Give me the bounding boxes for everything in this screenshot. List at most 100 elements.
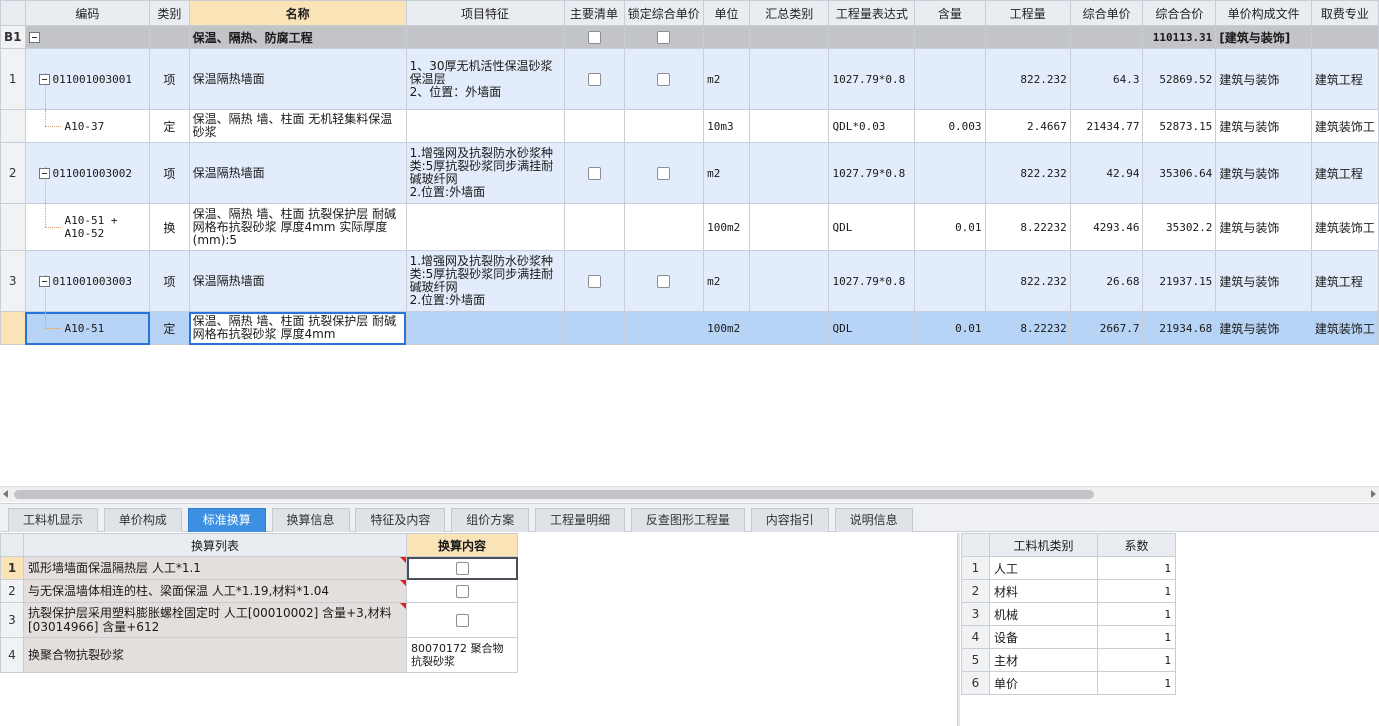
item-name[interactable]: 保温隔热墙面 (188, 142, 407, 204)
coefficient-row[interactable]: 4 设备 1 (961, 625, 1176, 649)
item-name[interactable]: 保温、隔热 墙、柱面 抗裂保护层 耐碱网格布抗裂砂浆 厚度4mm 实际厚度(mm… (188, 203, 407, 251)
item-expression[interactable]: QDL (828, 311, 916, 345)
conversion-checkbox[interactable] (455, 561, 469, 575)
col-header-content[interactable]: 含量 (914, 0, 986, 26)
conversion-checkbox[interactable] (455, 613, 469, 627)
table-row-selected[interactable]: A10-51 定 保温、隔热 墙、柱面 抗裂保护层 耐碱网格布抗裂砂浆 厚度4m… (0, 311, 1379, 345)
conversion-value-cell[interactable]: 80070172 聚合物抗裂砂浆 (406, 637, 518, 673)
col-header-category[interactable]: 工料机类别 (989, 533, 1098, 557)
code-cell[interactable]: 011001003001 (24, 48, 151, 110)
tab-pricing-scheme[interactable]: 组价方案 (451, 508, 530, 532)
tab-price-composition[interactable]: 单价构成 (103, 508, 182, 532)
collapse-icon[interactable] (28, 32, 40, 43)
conversion-row[interactable]: 4 换聚合物抗裂砂浆 80070172 聚合物抗裂砂浆 (0, 637, 518, 673)
item-name-editing[interactable]: 保温、隔热 墙、柱面 抗裂保护层 耐碱网格布抗裂砂浆 厚度4mm (188, 311, 407, 345)
col-header-price-file[interactable]: 单价构成文件 (1215, 0, 1312, 26)
section-row[interactable]: B1 保温、隔热、防腐工程 110113.31 [建筑与装饰] (0, 25, 1379, 49)
col-header-conversion-list[interactable]: 换算列表 (23, 533, 407, 557)
coefficient-row[interactable]: 5 主材 1 (961, 648, 1176, 672)
coefficient-row[interactable]: 3 机械 1 (961, 602, 1176, 626)
col-header-conversion-content[interactable]: 换算内容 (406, 533, 518, 557)
tab-description[interactable]: 说明信息 (834, 508, 913, 532)
conversion-value-cell[interactable] (406, 602, 518, 638)
col-header-factor[interactable]: 系数 (1097, 533, 1176, 557)
lock-price-checkbox[interactable] (657, 167, 671, 180)
conversion-value-cell[interactable] (406, 579, 518, 603)
lock-price-checkbox[interactable] (657, 73, 671, 86)
collapse-icon[interactable] (38, 276, 50, 287)
main-list-checkbox[interactable] (587, 31, 601, 44)
collapse-icon[interactable] (38, 168, 50, 179)
tab-reverse-graphic-quantity[interactable]: 反查图形工程量 (630, 508, 745, 532)
panel-splitter[interactable] (957, 533, 960, 726)
table-row[interactable]: A10-51 + A10-52 换 保温、隔热 墙、柱面 抗裂保护层 耐碱网格布… (0, 203, 1379, 251)
corner-cell[interactable] (0, 0, 26, 26)
coefficient-row[interactable]: 2 材料 1 (961, 579, 1176, 603)
horizontal-scrollbar[interactable] (0, 486, 1379, 502)
item-feature[interactable] (405, 109, 565, 143)
conversion-row[interactable]: 3 抗裂保护层采用塑料膨胀螺栓固定时 人工[00010002] 含量+3,材料[… (0, 602, 518, 638)
col-header-unit-price[interactable]: 综合单价 (1069, 0, 1144, 26)
table-row[interactable]: 3 011001003003 项 保温隔热墙面 1.增强网及抗裂防水砂浆种类:5… (0, 250, 1379, 312)
col-header-type[interactable]: 类别 (149, 0, 190, 26)
conversion-value-cell[interactable] (406, 556, 518, 580)
item-feature[interactable] (405, 311, 565, 345)
factor-value[interactable]: 1 (1097, 579, 1176, 603)
scroll-right-icon[interactable] (1371, 490, 1376, 498)
factor-value[interactable]: 1 (1097, 556, 1176, 580)
scroll-left-icon[interactable] (3, 490, 8, 498)
conversion-row[interactable]: 1 弧形墙墙面保温隔热层 人工*1.1 (0, 556, 518, 580)
collapse-icon[interactable] (38, 74, 50, 85)
col-header-quantity[interactable]: 工程量 (984, 0, 1071, 26)
lock-price-checkbox[interactable] (657, 275, 671, 288)
tab-content-guide[interactable]: 内容指引 (750, 508, 829, 532)
scrollbar-thumb[interactable] (14, 490, 1094, 499)
factor-value[interactable]: 1 (1097, 625, 1176, 649)
item-expression[interactable]: 1027.79*0.8 (828, 48, 916, 110)
tab-quantity-detail[interactable]: 工程量明细 (535, 508, 626, 532)
tab-labor-material-machine[interactable]: 工料机显示 (8, 508, 99, 532)
col-header-lock-price[interactable]: 锁定综合单价 (623, 0, 705, 26)
col-header-fee-type[interactable]: 取费专业 (1310, 0, 1379, 26)
conversion-row[interactable]: 2 与无保温墙体相连的柱、梁面保温 人工*1.19,材料*1.04 (0, 579, 518, 603)
item-feature[interactable]: 1.增强网及抗裂防水砂浆种类:5厚抗裂砂浆同步满挂耐碱玻纤网 2.位置:外墙面 (405, 250, 565, 312)
table-row[interactable]: 1 011001003001 项 保温隔热墙面 1、30厚无机活性保温砂浆保温层… (0, 48, 1379, 110)
code-cell[interactable]: 011001003002 (24, 142, 151, 204)
factor-value[interactable]: 1 (1097, 671, 1176, 695)
coefficient-row[interactable]: 6 单价 1 (961, 671, 1176, 695)
bill-of-quantities-grid[interactable]: 编码 类别 名称 项目特征 主要清单 锁定综合单价 单位 汇总类别 工程量表达式… (0, 0, 1379, 486)
item-name[interactable]: 保温、隔热 墙、柱面 无机轻集料保温砂浆 (188, 109, 407, 143)
main-list-checkbox[interactable] (587, 167, 601, 180)
code-cell[interactable]: A10-37 (24, 109, 151, 143)
item-feature[interactable] (405, 203, 565, 251)
col-header-feature[interactable]: 项目特征 (405, 0, 565, 26)
col-header-code[interactable]: 编码 (24, 0, 151, 26)
col-header-name[interactable]: 名称 (188, 0, 407, 26)
tab-conversion-info[interactable]: 换算信息 (271, 508, 350, 532)
main-list-checkbox[interactable] (587, 275, 601, 288)
tab-features-content[interactable]: 特征及内容 (355, 508, 446, 532)
item-expression[interactable]: 1027.79*0.8 (828, 250, 916, 312)
col-header-expression[interactable]: 工程量表达式 (828, 0, 916, 26)
col-header-main-list[interactable]: 主要清单 (563, 0, 625, 26)
table-row[interactable]: 2 011001003002 项 保温隔热墙面 1.增强网及抗裂防水砂浆种类:5… (0, 142, 1379, 204)
item-expression[interactable]: QDL (828, 203, 916, 251)
table-row[interactable]: A10-37 定 保温、隔热 墙、柱面 无机轻集料保温砂浆 10m3 QDL*0… (0, 109, 1379, 143)
item-feature[interactable]: 1、30厚无机活性保温砂浆保温层 2、位置：外墙面 (405, 48, 565, 110)
factor-value[interactable]: 1 (1097, 648, 1176, 672)
item-expression[interactable]: QDL*0.03 (828, 109, 916, 143)
col-header-total-price[interactable]: 综合合价 (1142, 0, 1217, 26)
item-feature[interactable]: 1.增强网及抗裂防水砂浆种类:5厚抗裂砂浆同步满挂耐碱玻纤网 2.位置:外墙面 (405, 142, 565, 204)
item-name[interactable]: 保温隔热墙面 (188, 250, 407, 312)
code-cell[interactable]: 011001003003 (24, 250, 151, 312)
main-list-checkbox[interactable] (587, 73, 601, 86)
col-header-unit[interactable]: 单位 (703, 0, 750, 26)
item-name[interactable]: 保温隔热墙面 (188, 48, 407, 110)
conversion-checkbox[interactable] (455, 584, 469, 598)
code-cell[interactable]: A10-51 + A10-52 (24, 203, 151, 251)
lock-price-checkbox[interactable] (657, 31, 671, 44)
code-cell[interactable]: A10-51 (24, 311, 151, 345)
col-header-summary-type[interactable]: 汇总类别 (748, 0, 830, 26)
tab-standard-conversion[interactable]: 标准换算 (187, 508, 266, 532)
factor-value[interactable]: 1 (1097, 602, 1176, 626)
